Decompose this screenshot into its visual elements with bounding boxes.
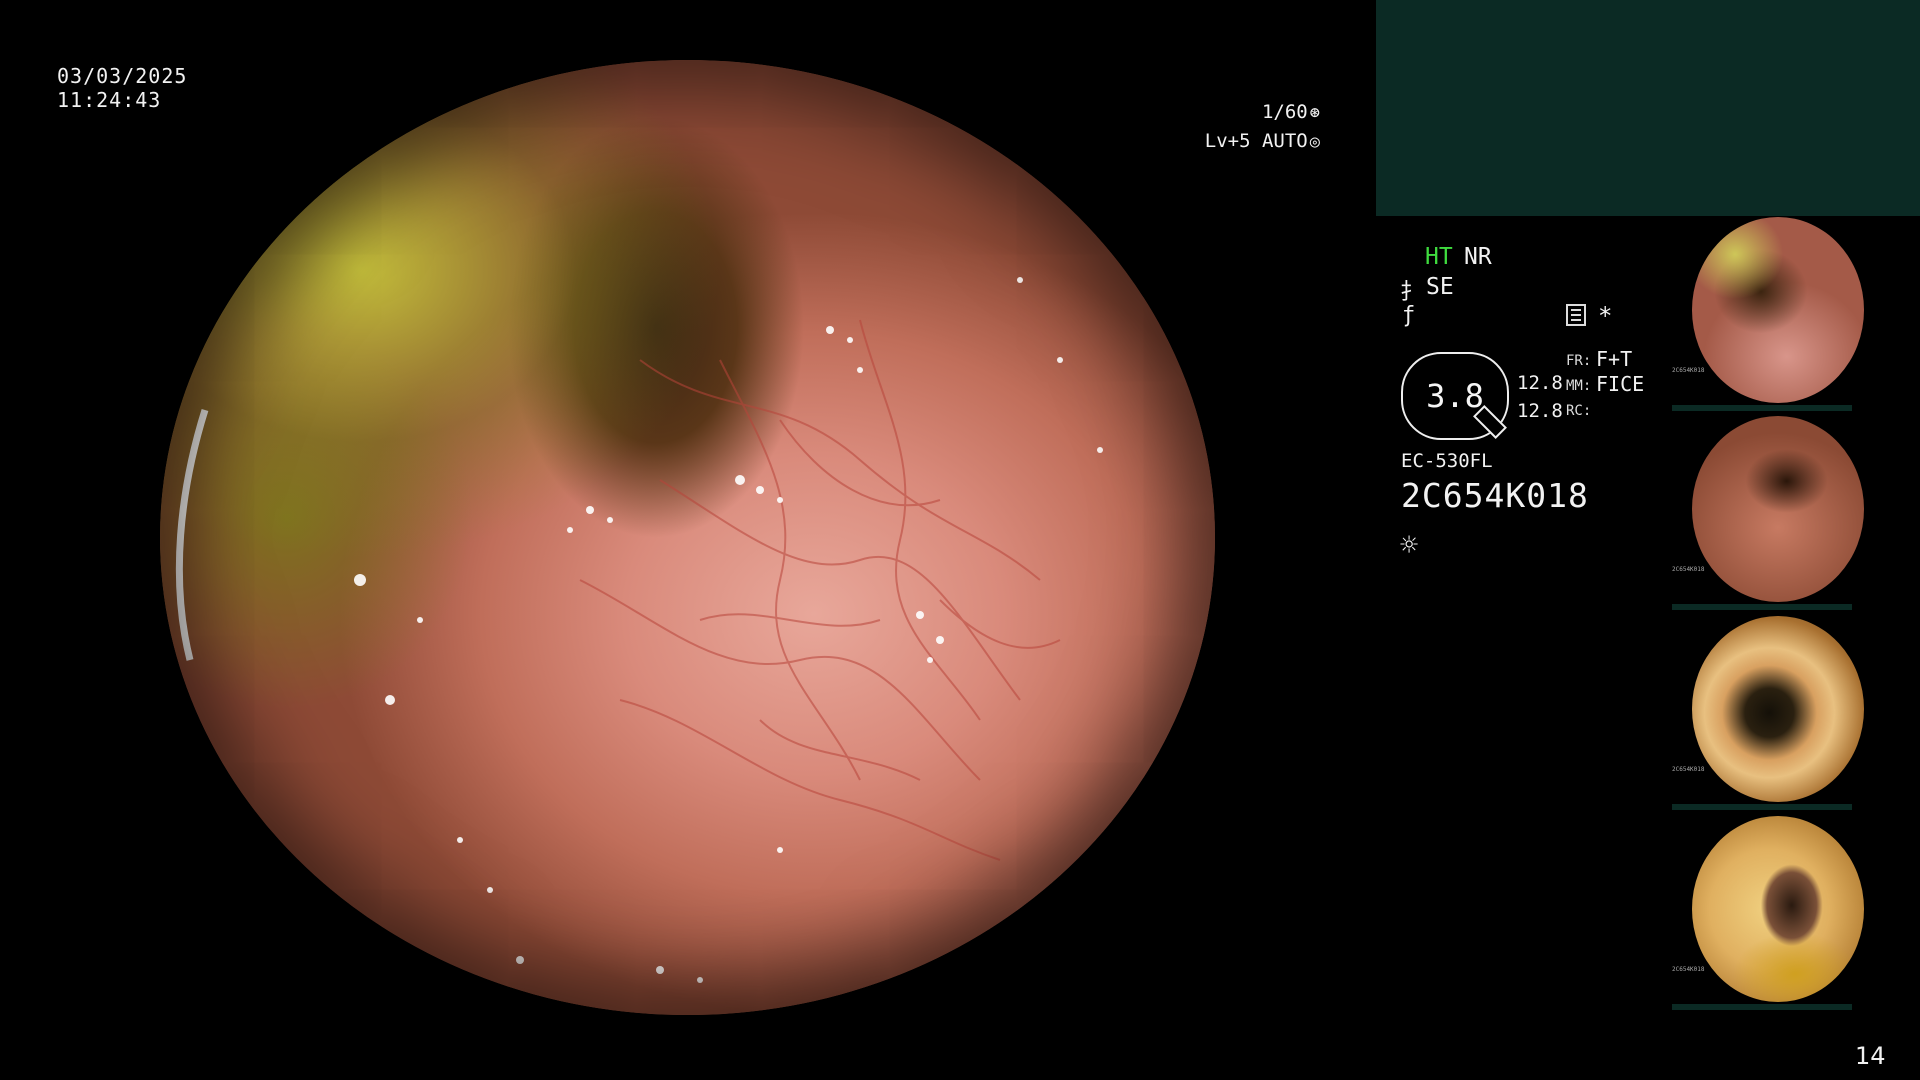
thumbnail-1[interactable]: 2C654K018 bbox=[1670, 217, 1920, 413]
structure-enhance-icon: ⺘ bbox=[1400, 280, 1423, 305]
scope-serial: 2C654K018 bbox=[1401, 476, 1589, 515]
thumbnail-image bbox=[1692, 616, 1864, 802]
fr-value: F+T bbox=[1596, 347, 1633, 371]
nr-mode-label: NR bbox=[1464, 244, 1492, 270]
list-menu-icon bbox=[1566, 304, 1586, 326]
asterisk-icon: * bbox=[1598, 302, 1613, 330]
gain-value-b: 12.8 bbox=[1517, 400, 1563, 422]
vignette bbox=[160, 60, 1215, 1015]
thumbnail-bar bbox=[1672, 804, 1852, 810]
ht-mode-label: HT bbox=[1425, 244, 1453, 270]
info-panel bbox=[1376, 0, 1920, 216]
endoscope-live-view bbox=[160, 60, 1215, 1015]
thumbnail-2[interactable]: 2C654K018 bbox=[1670, 416, 1920, 612]
thumbnail-image bbox=[1692, 416, 1864, 602]
thumbnail-image bbox=[1692, 816, 1864, 1002]
shutter-speed: 1/60 bbox=[1261, 101, 1308, 123]
thumbnail-image bbox=[1692, 217, 1864, 403]
auto-exposure-icon: ◎ bbox=[1309, 132, 1320, 152]
thumbnail-label: 2C654K018 bbox=[1672, 766, 1705, 773]
mm-value: FICE bbox=[1596, 372, 1645, 396]
thumbnail-label: 2C654K018 bbox=[1672, 566, 1705, 573]
thumbnail-bar bbox=[1672, 405, 1852, 411]
mm-label: MM: bbox=[1566, 378, 1592, 394]
rc-label: RC: bbox=[1566, 403, 1592, 419]
light-source-icon: ☼ bbox=[1400, 528, 1419, 563]
fr-label: FR: bbox=[1566, 353, 1592, 369]
thumbnail-bar bbox=[1672, 1004, 1852, 1010]
page-number: 14 bbox=[1855, 1042, 1886, 1070]
thumbnail-label: 2C654K018 bbox=[1672, 367, 1705, 374]
shutter-icon: ⊛ bbox=[1309, 103, 1320, 123]
exposure-level: Lv+5 AUTO bbox=[1204, 130, 1308, 152]
thumbnail-4[interactable]: 2C654K018 bbox=[1670, 816, 1920, 1012]
se-mode-label: SE bbox=[1426, 274, 1454, 300]
function-icon: ƒ bbox=[1402, 303, 1416, 328]
gain-value-a: 12.8 bbox=[1517, 372, 1563, 394]
thumbnail-label: 2C654K018 bbox=[1672, 966, 1705, 973]
thumbnail-3[interactable]: 2C654K018 bbox=[1670, 616, 1920, 812]
thumbnail-bar bbox=[1672, 604, 1852, 610]
scope-model: EC-530FL bbox=[1401, 450, 1493, 472]
